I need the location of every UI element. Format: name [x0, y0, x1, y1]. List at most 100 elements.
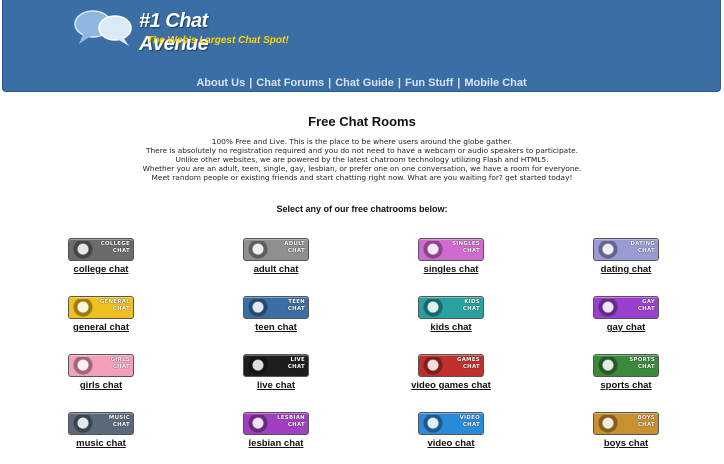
webcam-icon — [422, 415, 444, 433]
top-nav: About Us | Chat Forums | Chat Guide | Fun Stuf… — [3, 77, 720, 89]
intro-text: 100% Free and Live. This is the place to… — [60, 137, 664, 182]
chatroom-badge-text: LESBIAN CHAT — [277, 415, 305, 429]
chatroom-item[interactable]: GAY CHAT gay chat — [556, 296, 696, 333]
nav-separator: | — [249, 77, 253, 89]
chatroom-badge-text: TEEN CHAT — [288, 299, 305, 313]
chatroom-button[interactable]: ADULT CHAT — [243, 238, 309, 261]
badge-line-1: SINGLES — [452, 241, 480, 247]
badge-line-2: CHAT — [462, 422, 480, 428]
chatroom-link[interactable]: gay chat — [556, 322, 696, 333]
chatroom-button[interactable]: GENERAL CHAT — [68, 296, 134, 319]
chatroom-item[interactable]: BOYS CHAT boys chat — [556, 412, 696, 449]
chatroom-item[interactable]: MUSIC CHAT music chat — [31, 412, 171, 449]
kids-icon — [422, 299, 444, 317]
chatroom-button[interactable]: TEEN CHAT — [243, 296, 309, 319]
chatroom-item[interactable]: GAMES CHAT video games chat — [381, 354, 521, 391]
nav-fun-stuff[interactable]: Fun Stuff — [405, 77, 453, 89]
sunglasses-icon — [247, 299, 269, 317]
badge-line-2: CHAT — [462, 364, 480, 370]
chatroom-button[interactable]: MUSIC CHAT — [68, 412, 134, 435]
chatroom-link[interactable]: adult chat — [206, 264, 346, 275]
chatroom-item[interactable]: VIDEO CHAT video chat — [381, 412, 521, 449]
chatroom-button[interactable]: SINGLES CHAT — [418, 238, 484, 261]
female-symbols-icon — [247, 415, 269, 433]
badge-line-1: DATING — [630, 241, 655, 247]
chatroom-link[interactable]: singles chat — [381, 264, 521, 275]
chatroom-button[interactable]: LESBIAN CHAT — [243, 412, 309, 435]
speaker-icon — [72, 415, 94, 433]
badge-line-2: CHAT — [112, 422, 130, 428]
chatroom-button[interactable]: VIDEO CHAT — [418, 412, 484, 435]
chatroom-badge-text: GAY CHAT — [638, 299, 655, 313]
boys-icon — [597, 415, 619, 433]
chatroom-item[interactable]: GIRLS CHAT girls chat — [31, 354, 171, 391]
chatroom-badge-text: VIDEO CHAT — [460, 415, 480, 429]
chatroom-button[interactable]: DATING CHAT — [593, 238, 659, 261]
chatroom-link[interactable]: sports chat — [556, 380, 696, 391]
badge-line-2: CHAT — [112, 248, 130, 254]
badge-line-1: COLLEGE — [100, 241, 130, 247]
chatroom-item[interactable]: SPORTS CHAT sports chat — [556, 354, 696, 391]
chat-bubbles-icon — [72, 299, 94, 317]
chatroom-button[interactable]: LIVE CHAT — [243, 354, 309, 377]
badge-line-1: BOYS — [637, 415, 655, 421]
badge-line-1: GAY — [642, 299, 655, 305]
chatroom-link[interactable]: college chat — [31, 264, 171, 275]
chatroom-button[interactable]: GAMES CHAT — [418, 354, 484, 377]
chatroom-item[interactable]: COLLEGE CHAT college chat — [31, 238, 171, 275]
site-logo[interactable]: #1 Chat Avenue The Web's Largest Chat Sp… — [73, 8, 289, 55]
chatroom-badge-text: SPORTS CHAT — [629, 357, 655, 371]
chatroom-link[interactable]: music chat — [31, 438, 171, 449]
intro-line: 100% Free and Live. This is the place to… — [211, 137, 513, 146]
chatroom-badge-text: GAMES CHAT — [457, 357, 480, 371]
nav-mobile-chat[interactable]: Mobile Chat — [464, 77, 526, 89]
chatroom-badge-text: DATING CHAT — [630, 241, 655, 255]
badge-line-2: CHAT — [462, 248, 480, 254]
chatroom-button[interactable]: GAY CHAT — [593, 296, 659, 319]
chatroom-badge-text: MUSIC CHAT — [109, 415, 130, 429]
chatroom-badge-text: BOYS CHAT — [638, 415, 656, 429]
chatroom-button[interactable]: COLLEGE CHAT — [68, 238, 134, 261]
nav-chat-guide[interactable]: Chat Guide — [335, 77, 394, 89]
select-room-label: Select any of our free chatrooms below: — [276, 204, 448, 214]
chatroom-item[interactable]: TEEN CHAT teen chat — [206, 296, 346, 333]
chatroom-button[interactable]: BOYS CHAT — [593, 412, 659, 435]
chatroom-link[interactable]: teen chat — [206, 322, 346, 333]
intro-line: There is absolutely no registration requ… — [145, 146, 579, 155]
chatroom-link[interactable]: dating chat — [556, 264, 696, 275]
nav-chat-forums[interactable]: Chat Forums — [256, 77, 324, 89]
chatroom-link[interactable]: video games chat — [381, 380, 521, 391]
badge-line-2: CHAT — [637, 248, 655, 254]
chatroom-link[interactable]: general chat — [31, 322, 171, 333]
badge-line-2: CHAT — [287, 364, 305, 370]
chatroom-link[interactable]: video chat — [381, 438, 521, 449]
chatroom-badge-text: GIRLS CHAT — [111, 357, 130, 371]
chatroom-item[interactable]: ADULT CHAT adult chat — [206, 238, 346, 275]
chatroom-item[interactable]: LIVE CHAT live chat — [206, 354, 346, 391]
badge-line-2: CHAT — [287, 306, 305, 312]
chatroom-link[interactable]: girls chat — [31, 380, 171, 391]
chat-bubbles-logo-icon — [74, 10, 132, 46]
badge-line-1: ADULT — [284, 241, 305, 247]
chatroom-link[interactable]: boys chat — [556, 438, 696, 449]
chatroom-item[interactable]: GENERAL CHAT general chat — [31, 296, 171, 333]
chatroom-item[interactable]: SINGLES CHAT singles chat — [381, 238, 521, 275]
chatroom-button[interactable]: SPORTS CHAT — [593, 354, 659, 377]
chatroom-link[interactable]: lesbian chat — [206, 438, 346, 449]
badge-line-2: CHAT — [637, 364, 655, 370]
dating-couple-icon — [597, 241, 619, 259]
nav-separator: | — [328, 77, 332, 89]
badge-line-2: CHAT — [637, 306, 655, 312]
chatroom-item[interactable]: KIDS CHAT kids chat — [381, 296, 521, 333]
chatroom-button[interactable]: KIDS CHAT — [418, 296, 484, 319]
chatroom-item[interactable]: DATING CHAT dating chat — [556, 238, 696, 275]
chatroom-button[interactable]: GIRLS CHAT — [68, 354, 134, 377]
page-title: Free Chat Rooms — [308, 114, 416, 129]
nav-about-us[interactable]: About Us — [196, 77, 245, 89]
chatroom-item[interactable]: LESBIAN CHAT lesbian chat — [206, 412, 346, 449]
adult-figure-icon — [247, 241, 269, 259]
chatroom-link[interactable]: kids chat — [381, 322, 521, 333]
badge-line-1: SPORTS — [629, 357, 655, 363]
badge-line-1: GENERAL — [99, 299, 130, 305]
chatroom-link[interactable]: live chat — [206, 380, 346, 391]
